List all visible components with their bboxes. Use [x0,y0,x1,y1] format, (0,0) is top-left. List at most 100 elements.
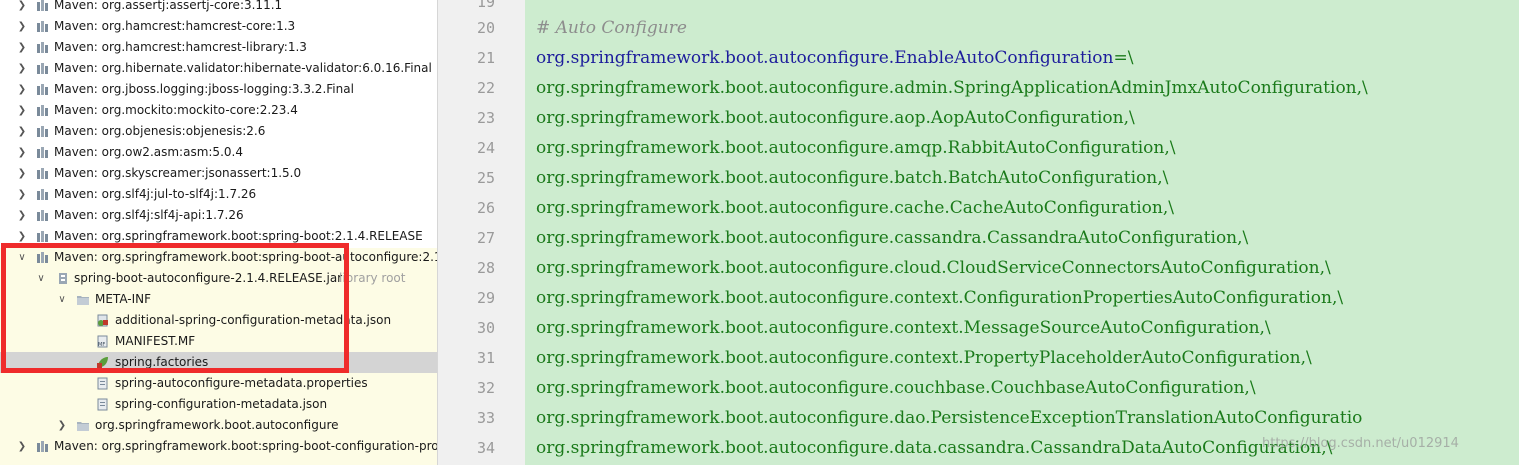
property-value: org.springframework.boot.autoconfigure.c… [536,378,1256,398]
tree-item-spring-boot-configuration-processor[interactable]: ❯ Maven: org.springframework.boot:spring… [0,436,437,457]
tree-item-assertj-core[interactable]: ❯ Maven: org.assertj:assertj-core:3.11.1 [0,0,437,16]
tree-item-label: spring-configuration-metadata.json [115,397,328,411]
line-number: 22 [476,79,495,97]
tree-item-label: Maven: org.jboss.logging:jboss-logging:3… [54,82,354,96]
tree-item-additional-metadata[interactable]: additional-spring-configuration-metadata… [0,310,437,331]
tree-item-label: spring.factories [115,355,209,369]
tree-item-label: additional-spring-configuration-metadata… [115,313,392,327]
code-line: org.springframework.boot.autoconfigure.c… [536,253,1331,283]
tree-item-autoconfigure-metadata-properties[interactable]: spring-autoconfigure-metadata.properties [0,373,437,394]
tree-item-jul-to-slf4j[interactable]: ❯ Maven: org.slf4j:jul-to-slf4j:1.7.26 [0,184,437,205]
line-number: 20 [476,19,495,37]
line-number: 30 [476,319,495,337]
chevron-down-icon[interactable]: ∨ [34,268,48,289]
line-number: 26 [476,199,495,217]
svg-text:MF: MF [98,342,105,348]
tree-item-spring-boot[interactable]: ❯ Maven: org.springframework.boot:spring… [0,226,437,247]
tree-item-meta-inf[interactable]: ∨ META-INF [0,289,437,310]
line-number: 32 [476,379,495,397]
chevron-right-icon[interactable]: ❯ [15,100,29,121]
code-line: org.springframework.boot.autoconfigure.a… [536,103,1135,133]
property-key: org.springframework.boot.autoconfigure.E… [536,48,1114,68]
chevron-right-icon[interactable]: ❯ [15,79,29,100]
tree-item-mockito-core[interactable]: ❯ Maven: org.mockito:mockito-core:2.23.4 [0,100,437,121]
library-icon [37,189,48,200]
library-icon [37,105,48,116]
tree-item-spring-factories[interactable]: spring.factories [0,352,437,373]
library-icon [37,0,48,11]
library-icon [37,84,48,95]
spring-factories-icon [97,357,108,368]
line-number: 34 [476,439,495,457]
library-icon [37,168,48,179]
library-root-hint: library root [339,271,406,285]
code-line: org.springframework.boot.autoconfigure.c… [536,373,1256,403]
property-value: org.springframework.boot.autoconfigure.c… [536,288,1344,308]
chevron-right-icon[interactable]: ❯ [15,436,29,457]
code-line: org.springframework.boot.autoconfigure.E… [536,43,1133,73]
tree-item-asm[interactable]: ❯ Maven: org.ow2.asm:asm:5.0.4 [0,142,437,163]
tree-item-label: Maven: org.ow2.asm:asm:5.0.4 [54,145,243,159]
tree-item-label: Maven: org.assertj:assertj-core:3.11.1 [54,0,283,12]
tree-item-configuration-metadata-json[interactable]: spring-configuration-metadata.json [0,394,437,415]
tree-item-label: Maven: org.skyscreamer:jsonassert:1.5.0 [54,166,302,180]
tree-item-label: Maven: org.slf4j:jul-to-slf4j:1.7.26 [54,187,257,201]
chevron-right-icon[interactable]: ❯ [15,121,29,142]
json-file-icon [97,314,108,327]
watermark: https://blog.csdn.net/u012914 [1262,436,1459,451]
tree-item-label: MANIFEST.MF [115,334,196,348]
property-value: org.springframework.boot.autoconfigure.d… [536,408,1363,428]
tree-item-hamcrest-core[interactable]: ❯ Maven: org.hamcrest:hamcrest-core:1.3 [0,16,437,37]
tree-item-slf4j-api[interactable]: ❯ Maven: org.slf4j:slf4j-api:1.7.26 [0,205,437,226]
line-number: 29 [476,289,495,307]
line-number: 27 [476,229,495,247]
code-line: org.springframework.boot.autoconfigure.b… [536,163,1168,193]
chevron-right-icon[interactable]: ❯ [15,16,29,37]
jar-icon [59,273,67,284]
tree-item-label: Maven: org.objenesis:objenesis:2.6 [54,124,266,138]
property-value: org.springframework.boot.autoconfigure.a… [536,108,1135,128]
line-number: 33 [476,409,495,427]
chevron-down-icon[interactable]: ∨ [15,247,29,268]
chevron-right-icon[interactable]: ❯ [15,142,29,163]
tree-item-jsonassert[interactable]: ❯ Maven: org.skyscreamer:jsonassert:1.5.… [0,163,437,184]
tree-item-objenesis[interactable]: ❯ Maven: org.objenesis:objenesis:2.6 [0,121,437,142]
chevron-right-icon[interactable]: ❯ [15,226,29,247]
project-tree: ❯ Maven: org.assertj:assertj-core:3.11.1… [0,0,437,465]
chevron-right-icon[interactable]: ❯ [55,415,69,436]
code-line: # Auto Configure [536,13,687,43]
property-value: org.springframework.boot.autoconfigure.c… [536,228,1249,248]
tree-item-autoconfigure-package[interactable]: ❯ org.springframework.boot.autoconfigure [0,415,437,436]
library-icon [37,147,48,158]
tree-item-label: Maven: org.springframework.boot:spring-b… [54,229,423,243]
tree-item-hamcrest-library[interactable]: ❯ Maven: org.hamcrest:hamcrest-library:1… [0,37,437,58]
tree-item-label: META-INF [95,292,152,306]
chevron-right-icon[interactable]: ❯ [15,184,29,205]
chevron-right-icon[interactable]: ❯ [15,0,29,16]
tree-item-manifest[interactable]: MF MANIFEST.MF [0,331,437,352]
code-line: org.springframework.boot.autoconfigure.a… [536,133,1175,163]
tree-item-jboss-logging[interactable]: ❯ Maven: org.jboss.logging:jboss-logging… [0,79,437,100]
library-icon [37,210,48,221]
chevron-right-icon[interactable]: ❯ [15,37,29,58]
tree-item-label: Maven: org.hamcrest:hamcrest-core:1.3 [54,19,296,33]
chevron-down-icon[interactable]: ∨ [55,289,69,310]
tree-item-label: Maven: org.mockito:mockito-core:2.23.4 [54,103,298,117]
property-value: org.springframework.boot.autoconfigure.a… [536,78,1368,98]
library-icon [37,231,48,242]
code-line: org.springframework.boot.autoconfigure.c… [536,283,1343,313]
tree-item-jar[interactable]: ∨ spring-boot-autoconfigure-2.1.4.RELEAS… [0,268,437,289]
tree-item-hibernate-validator[interactable]: ❯ Maven: org.hibernate.validator:hiberna… [0,58,437,79]
tree-item-spring-boot-autoconfigure[interactable]: ∨ Maven: org.springframework.boot:spring… [0,247,437,268]
code-line: org.springframework.boot.autoconfigure.c… [536,193,1174,223]
chevron-right-icon[interactable]: ❯ [15,205,29,226]
code-line: org.springframework.boot.autoconfigure.d… [536,433,1332,463]
tree-item-label: Maven: org.hamcrest:hamcrest-library:1.3 [54,40,307,54]
tree-item-label: Maven: org.springframework.boot:spring-b… [54,250,437,264]
chevron-right-icon[interactable]: ❯ [15,58,29,79]
line-number: 21 [476,49,495,67]
library-icon [37,441,48,452]
code-line: org.springframework.boot.autoconfigure.c… [536,313,1271,343]
chevron-right-icon[interactable]: ❯ [15,163,29,184]
tree-item-label: Maven: org.slf4j:slf4j-api:1.7.26 [54,208,244,222]
